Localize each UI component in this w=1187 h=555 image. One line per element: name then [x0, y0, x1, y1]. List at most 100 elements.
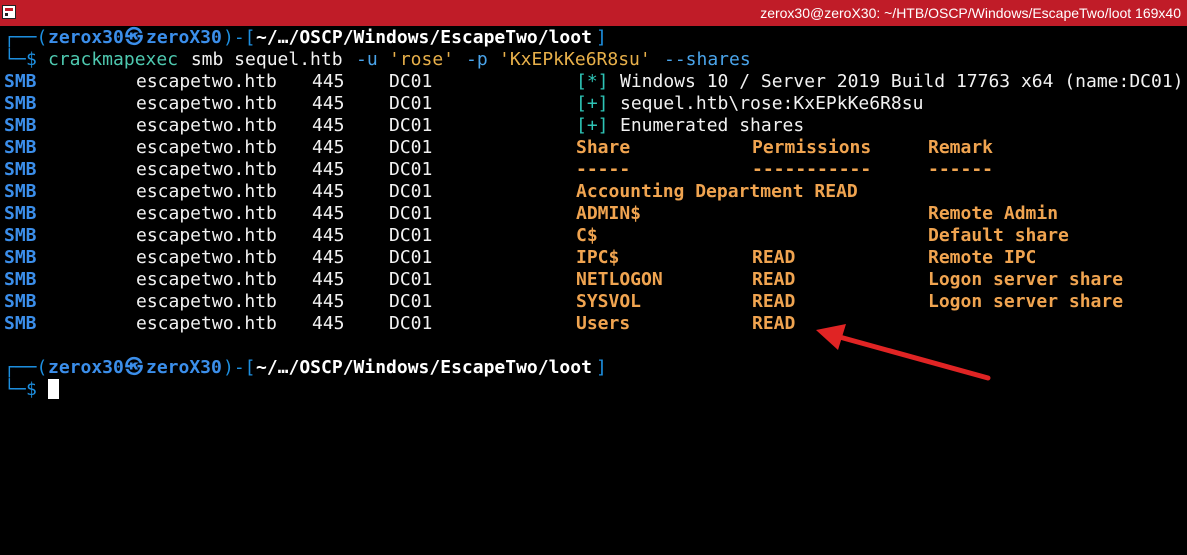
text-cursor[interactable]: [48, 379, 59, 399]
permission-cell: READ: [752, 291, 796, 312]
prompt-open: ┌──(: [4, 27, 48, 48]
prompt-open: ┌──(: [4, 357, 48, 378]
output-row: SMB escapetwo.htb 445 DC01 IPC$ READ Remote IP…: [4, 247, 1187, 269]
share-cell: Share: [576, 137, 631, 158]
permission-cell: READ: [752, 269, 796, 290]
port-cell: 445: [312, 93, 345, 114]
command-flag-u: -u: [356, 49, 378, 70]
prompt-host: zeroX30: [146, 357, 222, 378]
netbios-cell: DC01: [389, 181, 433, 202]
host-cell: escapetwo.htb: [136, 93, 277, 114]
command-args: smb sequel.htb: [180, 49, 354, 70]
command-binary: crackmapexec: [48, 49, 179, 70]
status-tag: [*]: [576, 71, 609, 92]
remark-cell: Logon server share: [928, 269, 1124, 290]
protocol-cell: SMB: [4, 291, 37, 312]
message-cell: sequel.htb\rose:KxEPkKe6R8su: [620, 93, 924, 114]
protocol-cell: SMB: [4, 115, 37, 136]
host-cell: escapetwo.htb: [136, 313, 277, 334]
output-row: SMB escapetwo.htb 445 DC01 ADMIN$ Remote Admi…: [4, 203, 1187, 225]
permission-cell: Permissions: [752, 137, 872, 158]
share-cell: Users: [576, 313, 631, 334]
protocol-cell: SMB: [4, 247, 37, 268]
prompt-close: ]: [596, 27, 607, 48]
port-cell: 445: [312, 71, 345, 92]
prompt-host: zeroX30: [146, 27, 222, 48]
netbios-cell: DC01: [389, 159, 433, 180]
remark-cell: Remote Admin: [928, 203, 1059, 224]
protocol-cell: SMB: [4, 71, 37, 92]
protocol-cell: SMB: [4, 313, 37, 334]
permission-cell: READ: [752, 313, 796, 334]
netbios-cell: DC01: [389, 115, 433, 136]
prompt-line2: └─: [4, 49, 26, 70]
terminal-output[interactable]: ┌──( zerox30 ㉿ zeroX30 )-[ ~/…/OSCP/Wind…: [4, 27, 1187, 417]
share-cell: SYSVOL: [576, 291, 642, 312]
netbios-cell: DC01: [389, 247, 433, 268]
status-tag: [+]: [576, 115, 609, 136]
port-cell: 445: [312, 269, 345, 290]
prompt-line2: └─: [4, 379, 26, 400]
prompt-dollar: $: [26, 379, 37, 400]
command-user: 'rose': [389, 49, 455, 70]
host-cell: escapetwo.htb: [136, 203, 277, 224]
output-row: SMB escapetwo.htb 445 DC01 ----- ----------- -…: [4, 159, 1187, 181]
status-tag: [+]: [576, 93, 609, 114]
output-row: SMB escapetwo.htb 445 DC01 NETLOGON READ Logon…: [4, 269, 1187, 291]
prompt-mid: )-[: [223, 357, 256, 378]
output-row: SMB escapetwo.htb 445 DC01 Accounting Depart…: [4, 181, 1187, 203]
netbios-cell: DC01: [389, 137, 433, 158]
window-title: zerox30@zeroX30: ~/HTB/OSCP/Windows/Esca…: [760, 5, 1181, 21]
port-cell: 445: [312, 313, 345, 334]
netbios-cell: DC01: [389, 71, 433, 92]
netbios-cell: DC01: [389, 313, 433, 334]
host-cell: escapetwo.htb: [136, 225, 277, 246]
protocol-cell: SMB: [4, 225, 37, 246]
command-line: └─ $ crackmapexec smb sequel.htb -u 'ros…: [4, 49, 1187, 71]
share-cell: IPC$: [576, 247, 620, 268]
output-row: SMB escapetwo.htb 445 DC01 [*] Windows 10 / S…: [4, 71, 1187, 93]
command-flag-shares: --shares: [664, 49, 751, 70]
share-cell: Accounting Department READ: [576, 181, 858, 202]
command-flag-p: -p: [466, 49, 488, 70]
input-line[interactable]: └─ $: [4, 379, 1187, 401]
permission-cell: -----------: [752, 159, 872, 180]
netbios-cell: DC01: [389, 203, 433, 224]
protocol-cell: SMB: [4, 203, 37, 224]
netbios-cell: DC01: [389, 93, 433, 114]
prompt-line-2: ┌──( zerox30 ㉿ zeroX30 )-[ ~/…/OSCP/Wind…: [4, 357, 1187, 379]
prompt-path: ~/…/OSCP/Windows/EscapeTwo/loot: [256, 357, 592, 378]
protocol-cell: SMB: [4, 137, 37, 158]
host-cell: escapetwo.htb: [136, 159, 277, 180]
host-cell: escapetwo.htb: [136, 269, 277, 290]
window-titlebar[interactable]: zerox30@zeroX30: ~/HTB/OSCP/Windows/Esca…: [0, 0, 1187, 26]
output-rows: SMB escapetwo.htb 445 DC01 [*] Windows 10 / S…: [4, 71, 1187, 335]
host-cell: escapetwo.htb: [136, 291, 277, 312]
prompt-user: zerox30: [48, 357, 124, 378]
message-cell: Windows 10 / Server 2019 Build 17763 x64…: [620, 71, 1184, 92]
prompt-at-icon: ㉿: [125, 357, 143, 378]
remark-cell: Remark: [928, 137, 994, 158]
host-cell: escapetwo.htb: [136, 137, 277, 158]
remark-cell: Remote IPC: [928, 247, 1037, 268]
terminal-icon[interactable]: [2, 5, 16, 19]
prompt-close: ]: [596, 357, 607, 378]
netbios-cell: DC01: [389, 225, 433, 246]
port-cell: 445: [312, 159, 345, 180]
host-cell: escapetwo.htb: [136, 247, 277, 268]
prompt-dollar: $: [26, 49, 37, 70]
netbios-cell: DC01: [389, 269, 433, 290]
protocol-cell: SMB: [4, 93, 37, 114]
port-cell: 445: [312, 247, 345, 268]
share-cell: C$: [576, 225, 598, 246]
prompt-at-icon: ㉿: [125, 27, 143, 48]
remark-cell: Logon server share: [928, 291, 1124, 312]
message-cell: Enumerated shares: [620, 115, 805, 136]
share-cell: ADMIN$: [576, 203, 642, 224]
port-cell: 445: [312, 137, 345, 158]
output-row: SMB escapetwo.htb 445 DC01 Share Permissions R…: [4, 137, 1187, 159]
port-cell: 445: [312, 225, 345, 246]
prompt-path: ~/…/OSCP/Windows/EscapeTwo/loot: [256, 27, 592, 48]
protocol-cell: SMB: [4, 181, 37, 202]
